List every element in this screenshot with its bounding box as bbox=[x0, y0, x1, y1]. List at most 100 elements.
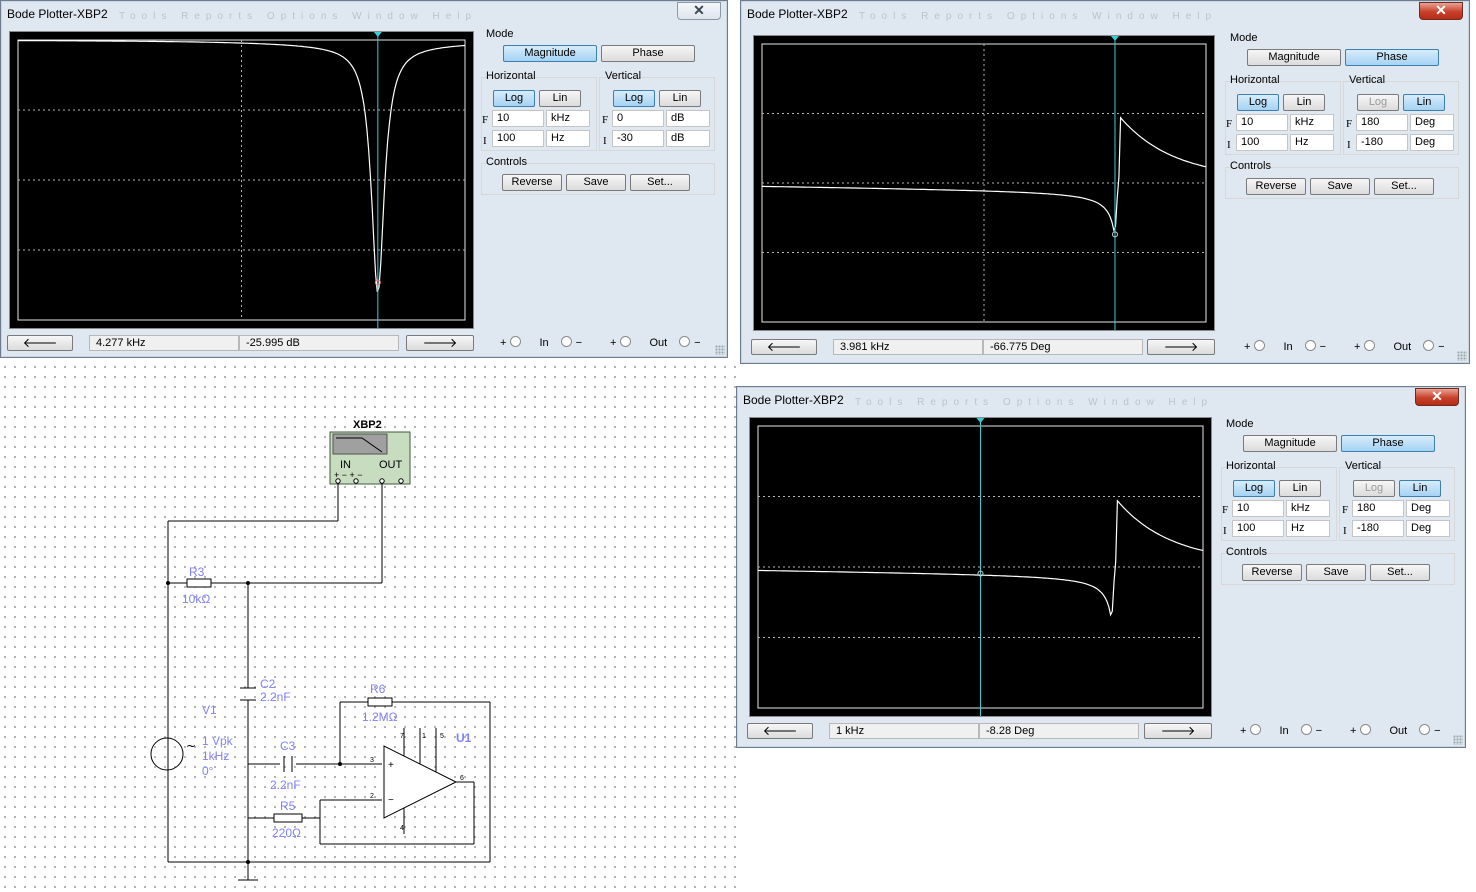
vertical-initial-value[interactable]: -180 bbox=[1356, 134, 1408, 151]
phase-button[interactable]: Phase bbox=[601, 45, 695, 62]
junction-dot bbox=[338, 762, 342, 766]
r5-value-label: 220Ω bbox=[272, 826, 301, 840]
out-plus-terminal-icon[interactable] bbox=[1364, 340, 1376, 351]
r6-ref-label: R6 bbox=[370, 682, 386, 696]
schematic-canvas[interactable]: XBP2 IN OUT + − + − R3 10kΩ C2 2.2nF C3 2.2nF R5 22… bbox=[0, 362, 736, 892]
vertical-lin-button[interactable]: Lin bbox=[1399, 480, 1441, 497]
bode-plotter-window-phase-1[interactable]: Bode Plotter-XBP2 Tools Reports Options W… bbox=[740, 0, 1470, 364]
horizontal-log-button[interactable]: Log bbox=[493, 90, 535, 107]
in-minus-terminal-icon[interactable] bbox=[1304, 340, 1316, 351]
vertical-initial-unit[interactable]: dB bbox=[666, 130, 710, 147]
in-plus-terminal-icon[interactable] bbox=[510, 336, 522, 347]
in-minus-label: − bbox=[575, 337, 583, 349]
horizontal-initial-unit[interactable]: Hz bbox=[1286, 520, 1330, 537]
set-button[interactable]: Set... bbox=[630, 174, 690, 191]
cursor-left-button[interactable]: 🡐 bbox=[751, 339, 817, 355]
vertical-lin-button[interactable]: Lin bbox=[1403, 94, 1445, 111]
ac-source-v1-icon bbox=[150, 737, 184, 771]
save-button[interactable]: Save bbox=[1310, 178, 1370, 195]
vertical-initial-unit[interactable]: Deg bbox=[1410, 134, 1454, 151]
bode-plot-display[interactable] bbox=[749, 417, 1212, 717]
horizontal-lin-button[interactable]: Lin bbox=[539, 90, 581, 107]
vertical-log-button[interactable]: Log bbox=[1353, 480, 1395, 497]
out-plus-terminal-icon[interactable] bbox=[1360, 724, 1372, 735]
horizontal-initial-value[interactable]: 100 bbox=[1232, 520, 1284, 537]
vertical-log-button[interactable]: Log bbox=[1357, 94, 1399, 111]
reverse-button[interactable]: Reverse bbox=[1242, 564, 1302, 581]
phase-button[interactable]: Phase bbox=[1341, 435, 1435, 452]
cursor-right-button[interactable]: 🡒 bbox=[1147, 339, 1215, 355]
vertical-final-unit[interactable]: Deg bbox=[1406, 500, 1450, 517]
bode-plot-display[interactable] bbox=[753, 35, 1215, 331]
out-plus-label: + bbox=[1350, 725, 1357, 737]
vertical-log-button[interactable]: Log bbox=[613, 90, 655, 107]
horizontal-final-unit[interactable]: kHz bbox=[1286, 500, 1330, 517]
in-plus-label: + bbox=[1244, 341, 1251, 353]
out-plus-terminal-icon[interactable] bbox=[620, 336, 632, 347]
vertical-final-value[interactable]: 0 bbox=[612, 110, 664, 127]
save-button[interactable]: Save bbox=[1306, 564, 1366, 581]
horizontal-initial-unit[interactable]: Hz bbox=[546, 130, 590, 147]
r6-value-label: 1.2MΩ bbox=[362, 710, 398, 724]
magnitude-button[interactable]: Magnitude bbox=[503, 45, 597, 62]
resize-grip-icon[interactable] bbox=[1457, 351, 1467, 361]
horizontal-final-value[interactable]: 10 bbox=[1232, 500, 1284, 517]
cursor-right-button[interactable]: 🡒 bbox=[1144, 723, 1212, 739]
vertical-final-value[interactable]: 180 bbox=[1352, 500, 1404, 517]
cursor-marker-icon bbox=[976, 418, 985, 423]
horizontal-final-value[interactable]: 10 bbox=[1236, 114, 1288, 131]
reverse-button[interactable]: Reverse bbox=[1246, 178, 1306, 195]
vertical-initial-value[interactable]: -30 bbox=[612, 130, 664, 147]
reverse-button[interactable]: Reverse bbox=[502, 174, 562, 191]
vertical-final-unit[interactable]: dB bbox=[666, 110, 710, 127]
out-minus-terminal-icon[interactable] bbox=[1423, 340, 1435, 351]
horizontal-final-value[interactable]: 10 bbox=[492, 110, 544, 127]
horizontal-initial-unit[interactable]: Hz bbox=[1290, 134, 1334, 151]
title-bar[interactable]: Bode Plotter-XBP2 Tools Reports Options W… bbox=[741, 1, 1469, 27]
close-button[interactable]: ✕ bbox=[1415, 388, 1459, 406]
title-bar[interactable]: Bode Plotter-XBP2 Tools Reports Options W… bbox=[1, 1, 727, 27]
bode-plot-display[interactable] bbox=[9, 31, 474, 329]
in-minus-terminal-icon[interactable] bbox=[1300, 724, 1312, 735]
vertical-initial-unit[interactable]: Deg bbox=[1406, 520, 1450, 537]
cursor-right-button[interactable]: 🡒 bbox=[406, 335, 474, 351]
phase-button[interactable]: Phase bbox=[1345, 49, 1439, 66]
horizontal-final-unit[interactable]: kHz bbox=[546, 110, 590, 127]
set-button[interactable]: Set... bbox=[1370, 564, 1430, 581]
vertical-final-unit[interactable]: Deg bbox=[1410, 114, 1454, 131]
bode-plotter-window-phase-2[interactable]: Bode Plotter-XBP2 Tools Reports Options W… bbox=[736, 386, 1466, 748]
horizontal-initial-value[interactable]: 100 bbox=[492, 130, 544, 147]
resize-grip-icon[interactable] bbox=[1453, 735, 1463, 745]
cursor-left-button[interactable]: 🡐 bbox=[7, 335, 73, 351]
out-minus-terminal-icon[interactable] bbox=[1419, 724, 1431, 735]
out-minus-terminal-icon[interactable] bbox=[679, 336, 691, 347]
in-plus-terminal-icon[interactable] bbox=[1254, 340, 1266, 351]
vertical-initial-letter: I bbox=[603, 135, 607, 147]
close-button[interactable]: ✕ bbox=[677, 2, 721, 20]
close-button[interactable]: ✕ bbox=[1419, 2, 1463, 20]
horizontal-log-button[interactable]: Log bbox=[1237, 94, 1279, 111]
set-button[interactable]: Set... bbox=[1374, 178, 1434, 195]
title-bar[interactable]: Bode Plotter-XBP2 Tools Reports Options W… bbox=[737, 387, 1465, 413]
horizontal-final-unit[interactable]: kHz bbox=[1290, 114, 1334, 131]
horizontal-initial-value[interactable]: 100 bbox=[1236, 134, 1288, 151]
instrument-pin-icon bbox=[335, 478, 341, 484]
vertical-final-letter: F bbox=[602, 114, 609, 126]
resize-grip-icon[interactable] bbox=[715, 345, 725, 355]
in-plus-terminal-icon[interactable] bbox=[1250, 724, 1262, 735]
bode-plotter-window-magnitude[interactable]: Bode Plotter-XBP2 Tools Reports Options W… bbox=[0, 0, 728, 358]
vertical-lin-button[interactable]: Lin bbox=[659, 90, 701, 107]
horizontal-lin-button[interactable]: Lin bbox=[1279, 480, 1321, 497]
cursor-left-button[interactable]: 🡐 bbox=[747, 723, 813, 739]
horizontal-label: Horizontal bbox=[486, 70, 536, 82]
in-minus-terminal-icon[interactable] bbox=[560, 336, 572, 347]
vertical-initial-value[interactable]: -180 bbox=[1352, 520, 1404, 537]
save-button[interactable]: Save bbox=[566, 174, 626, 191]
horizontal-log-button[interactable]: Log bbox=[1233, 480, 1275, 497]
vertical-final-value[interactable]: 180 bbox=[1356, 114, 1408, 131]
magnitude-button[interactable]: Magnitude bbox=[1247, 49, 1341, 66]
v1-frequency-label: 1kHz bbox=[202, 749, 229, 763]
window-title: Bode Plotter-XBP2 bbox=[7, 7, 108, 21]
magnitude-button[interactable]: Magnitude bbox=[1243, 435, 1337, 452]
horizontal-lin-button[interactable]: Lin bbox=[1283, 94, 1325, 111]
